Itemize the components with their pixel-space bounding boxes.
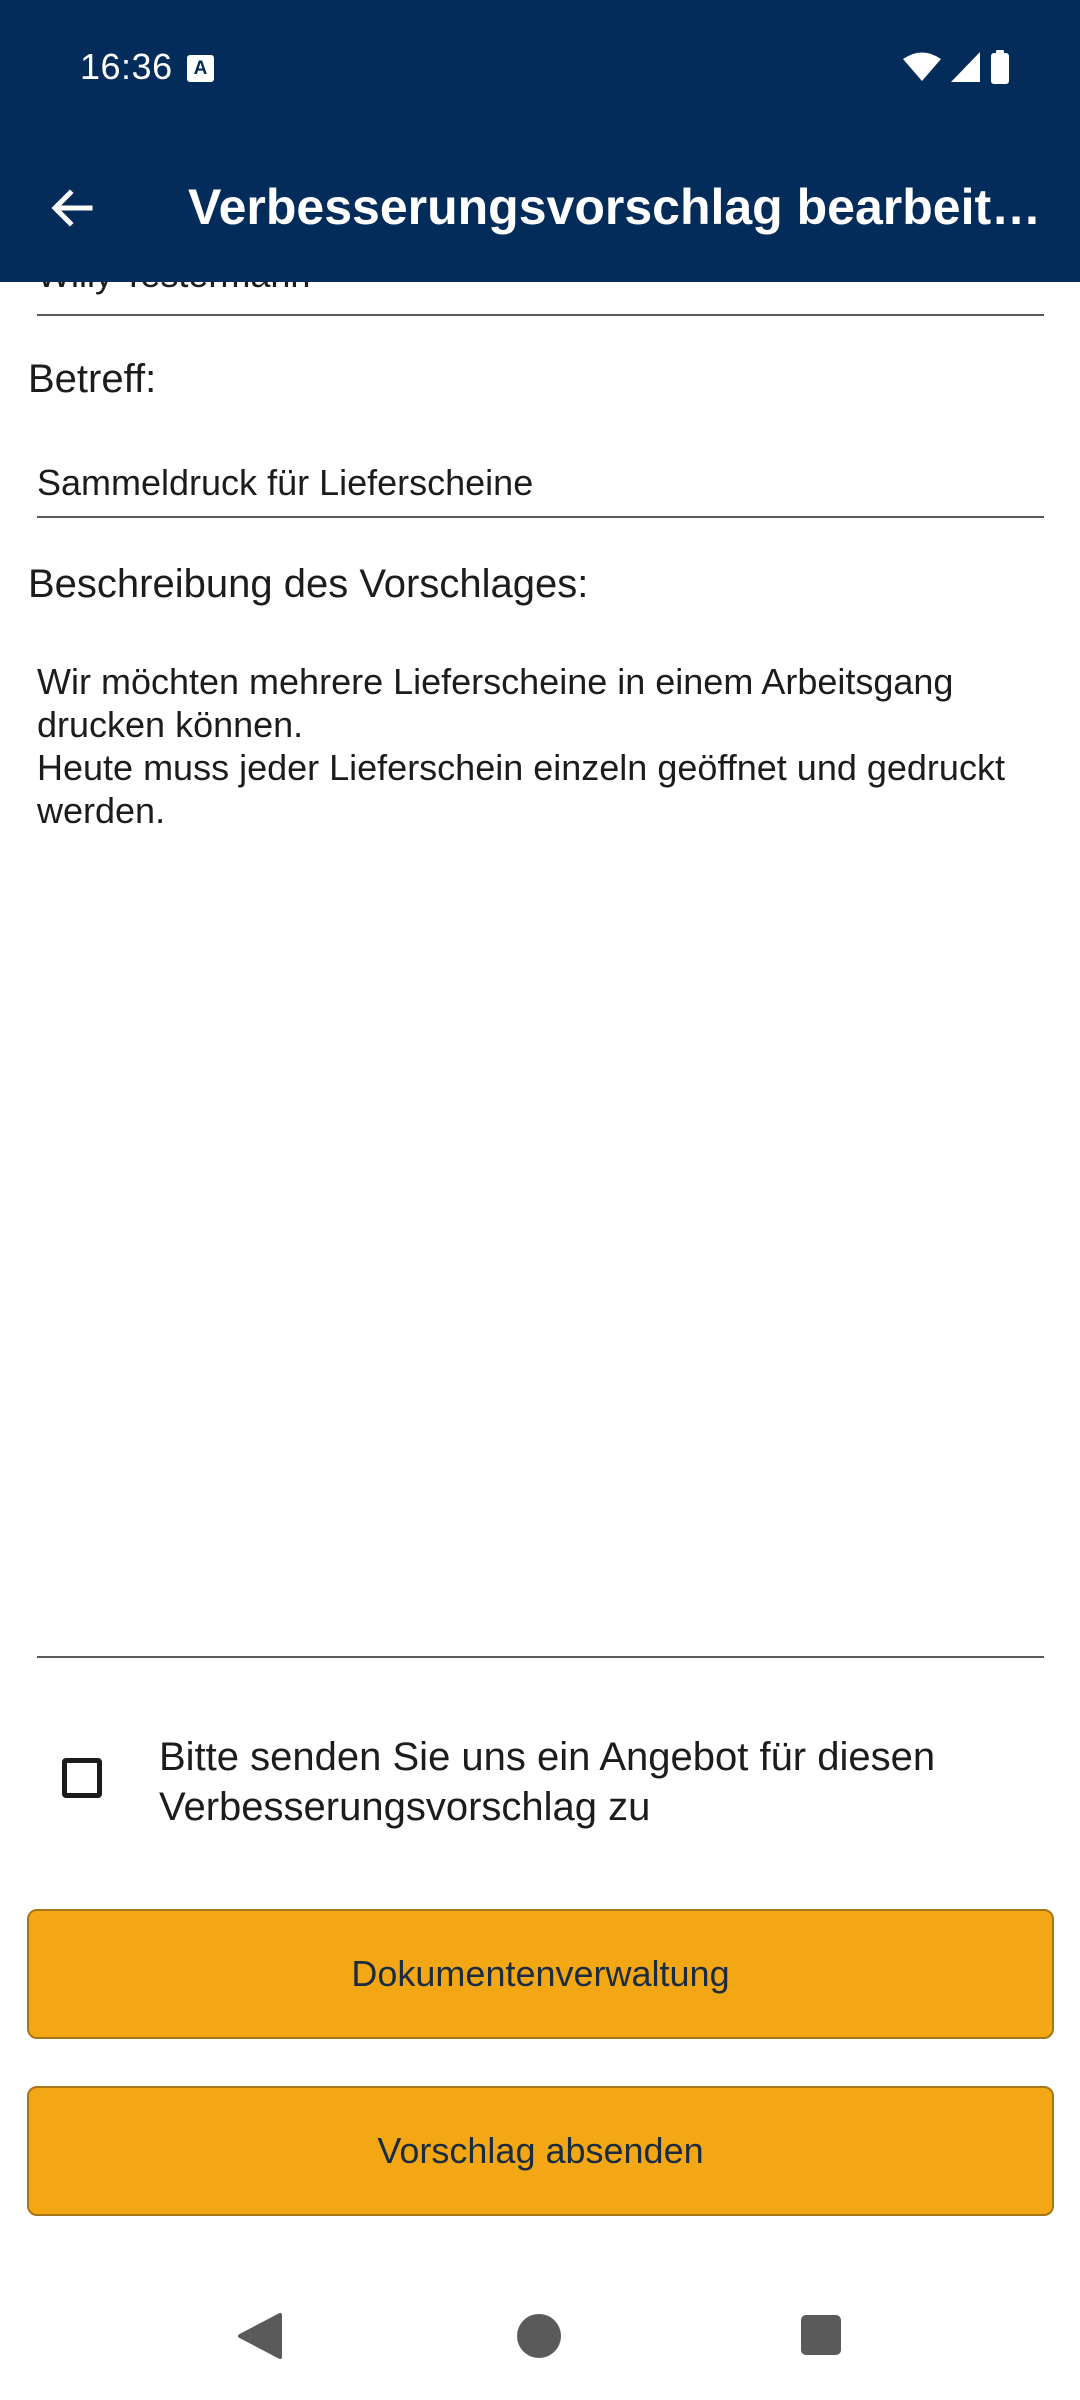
subject-label: Betreff: [28, 357, 157, 401]
description-label: Beschreibung des Vorschlages: [28, 562, 589, 606]
arrow-left-icon [51, 189, 93, 227]
nav-recents-icon[interactable] [801, 2315, 841, 2355]
a-icon: A [187, 55, 214, 82]
name-field-value: Willy Testermann [37, 282, 310, 296]
offer-checkbox-label: Bitte senden Sie uns ein Angebot für die… [159, 1735, 936, 1829]
status-time: 16:36 [80, 46, 173, 87]
documents-button[interactable]: Dokumentenverwaltung [27, 1909, 1054, 2039]
subject-field[interactable]: Sammeldruck für Lieferscheine [37, 452, 1044, 518]
battery-icon [991, 50, 1009, 84]
nav-home-icon[interactable] [517, 2314, 561, 2358]
nav-back-icon[interactable] [236, 2312, 282, 2360]
status-icons [902, 50, 1010, 84]
navigation-bar [0, 2282, 1080, 2400]
description-field-value: Wir möchten mehrere Lieferscheine in ein… [37, 661, 1005, 831]
name-field[interactable]: Willy Testermann [37, 282, 1044, 316]
signal-icon [951, 52, 980, 82]
app-bar: Verbesserungsvorschlag bearbeiten [0, 134, 1080, 282]
wifi-icon [903, 52, 941, 81]
form-content: Willy Testermann Betreff: Sammeldruck fü… [0, 282, 1080, 2282]
description-field[interactable]: Wir möchten mehrere Lieferscheine in ein… [37, 660, 1044, 1658]
offer-checkbox-row[interactable]: Bitte senden Sie uns ein Angebot für die… [0, 1732, 1080, 1842]
send-suggestion-button[interactable]: Vorschlag absenden [27, 2086, 1054, 2216]
page-title: Verbesserungsvorschlag bearbeiten [188, 179, 1048, 235]
back-button[interactable] [36, 172, 108, 244]
status-bar: 16:36 A [0, 0, 1080, 134]
offer-checkbox[interactable] [62, 1758, 102, 1798]
subject-field-value: Sammeldruck für Lieferscheine [37, 462, 534, 503]
